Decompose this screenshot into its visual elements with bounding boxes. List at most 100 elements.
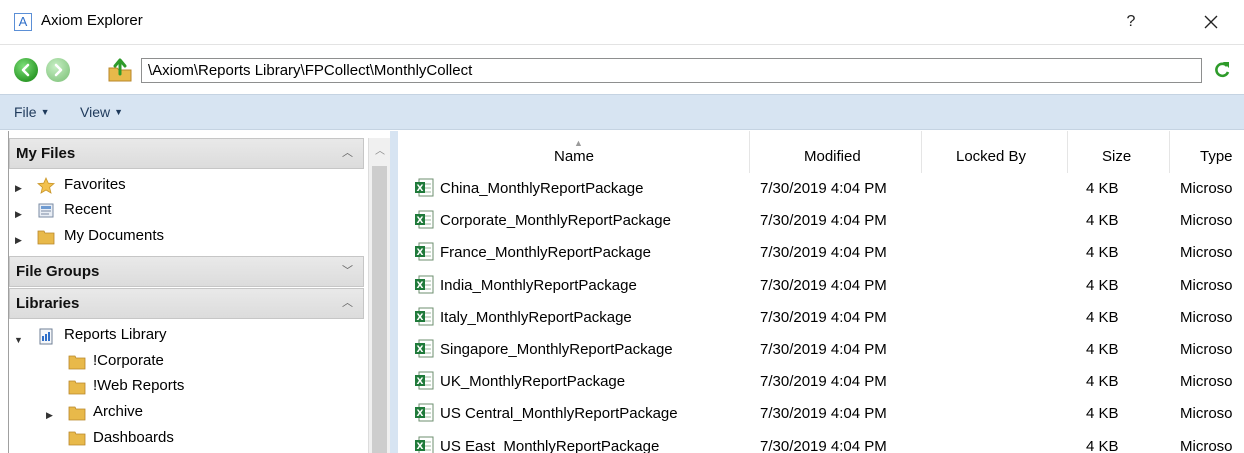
libraries-header[interactable]: Libraries ︿ bbox=[9, 288, 364, 319]
svg-text:X: X bbox=[417, 216, 424, 226]
column-header-modified[interactable]: Modified bbox=[750, 131, 922, 173]
table-row[interactable]: X US East_MonthlyReportPackage 7/30/2019 4… bbox=[398, 431, 1244, 453]
pane-splitter[interactable] bbox=[390, 131, 398, 453]
help-button[interactable]: ? bbox=[1116, 8, 1146, 36]
up-folder-icon bbox=[108, 58, 132, 82]
excel-file-icon: X bbox=[415, 307, 434, 326]
tree-item-dashboards[interactable]: Dashboards bbox=[93, 426, 174, 450]
tree-item-my-documents[interactable]: My Documents bbox=[64, 224, 164, 248]
reports-library-icon bbox=[39, 328, 53, 345]
table-row[interactable]: X UK_MonthlyReportPackage 7/30/2019 4:04 P… bbox=[398, 366, 1244, 398]
forward-button[interactable] bbox=[46, 58, 70, 82]
star-icon bbox=[37, 177, 55, 194]
file-size: 4 KB bbox=[1086, 405, 1119, 423]
file-name: France_MonthlyReportPackage bbox=[440, 244, 651, 262]
file-size: 4 KB bbox=[1086, 437, 1119, 453]
svg-text:X: X bbox=[417, 313, 424, 323]
column-locked-by-label: Locked By bbox=[956, 148, 1027, 165]
up-folder-button[interactable] bbox=[106, 56, 134, 84]
my-files-header[interactable]: My Files ︿ bbox=[9, 138, 364, 169]
chevron-down-icon: ﹀ bbox=[342, 265, 353, 277]
file-name: Singapore_MonthlyReportPackage bbox=[440, 341, 673, 358]
excel-file-icon: X bbox=[415, 403, 434, 422]
menu-bar bbox=[0, 94, 1244, 130]
close-button[interactable] bbox=[1196, 8, 1226, 36]
table-row[interactable]: X France_MonthlyReportPackage 7/30/2019 4:… bbox=[398, 237, 1244, 269]
recent-icon bbox=[38, 203, 54, 218]
scroll-up-icon[interactable]: ︿ bbox=[369, 142, 391, 157]
table-row[interactable]: X Singapore_MonthlyReportPackage 7/30/2019… bbox=[398, 334, 1244, 366]
tree-item-archive[interactable]: Archive bbox=[93, 400, 143, 424]
tree-item-web-reports[interactable]: !Web Reports bbox=[93, 374, 184, 398]
folder-icon bbox=[68, 355, 86, 370]
column-header-type[interactable]: Type bbox=[1170, 131, 1244, 173]
scrollbar-thumb[interactable] bbox=[372, 166, 387, 453]
table-row[interactable]: X US Central_MonthlyReportPackage 7/30/201… bbox=[398, 398, 1244, 430]
expand-arrow-icon[interactable]: ▶ bbox=[15, 183, 25, 194]
svg-text:X: X bbox=[417, 281, 424, 291]
app-logo-icon: A bbox=[14, 13, 32, 31]
collapse-arrow-icon[interactable]: ▼ bbox=[14, 335, 24, 345]
file-type: Microso bbox=[1180, 308, 1233, 326]
left-pane-scrollbar[interactable]: ︿ bbox=[368, 138, 390, 453]
expand-arrow-icon[interactable]: ▶ bbox=[15, 209, 25, 220]
file-menu[interactable]: File ▼ bbox=[14, 100, 49, 124]
file-modified: 7/30/2019 4:04 PM bbox=[760, 276, 887, 294]
back-arrow-icon bbox=[21, 63, 30, 77]
table-row[interactable]: X China_MonthlyReportPackage 7/30/2019 4:0… bbox=[398, 173, 1244, 205]
file-modified: 7/30/2019 4:04 PM bbox=[760, 373, 887, 391]
column-name-label: Name bbox=[554, 148, 595, 165]
window-title: Axiom Explorer bbox=[41, 12, 143, 29]
file-modified: 7/30/2019 4:04 PM bbox=[760, 341, 887, 358]
file-name: India_MonthlyReportPackage bbox=[440, 276, 637, 294]
folder-icon bbox=[68, 380, 86, 395]
file-menu-label: File bbox=[14, 104, 37, 120]
excel-file-icon: X bbox=[415, 210, 434, 229]
refresh-button[interactable] bbox=[1210, 58, 1234, 82]
excel-file-icon: X bbox=[415, 178, 434, 197]
file-type: Microso bbox=[1180, 244, 1233, 262]
column-modified-label: Modified bbox=[804, 148, 861, 165]
chevron-down-icon: ▼ bbox=[114, 107, 124, 117]
tree-item-reports-library[interactable]: Reports Library bbox=[64, 323, 167, 347]
table-row[interactable]: X Italy_MonthlyReportPackage 7/30/2019 4:0… bbox=[398, 302, 1244, 334]
file-size: 4 KB bbox=[1086, 180, 1119, 197]
file-size: 4 KB bbox=[1086, 341, 1119, 358]
table-row[interactable]: X India_MonthlyReportPackage 7/30/2019 4:0… bbox=[398, 270, 1244, 302]
excel-file-icon: X bbox=[415, 339, 434, 358]
folder-icon bbox=[68, 406, 86, 421]
file-type: Microso bbox=[1180, 276, 1233, 294]
folder-icon bbox=[68, 431, 86, 446]
file-type: Microso bbox=[1180, 341, 1233, 358]
file-size: 4 KB bbox=[1086, 373, 1119, 391]
file-type: Microso bbox=[1180, 180, 1233, 197]
file-modified: 7/30/2019 4:04 PM bbox=[760, 405, 887, 423]
svg-text:X: X bbox=[417, 248, 424, 258]
tree-item-favorites[interactable]: Favorites bbox=[64, 173, 126, 197]
file-name: Corporate_MonthlyReportPackage bbox=[440, 212, 671, 230]
column-header-locked-by[interactable]: Locked By bbox=[922, 131, 1068, 173]
expand-arrow-icon[interactable]: ▶ bbox=[46, 410, 56, 421]
file-size: 4 KB bbox=[1086, 308, 1119, 326]
file-name: US East_MonthlyReportPackage bbox=[440, 437, 660, 453]
forward-arrow-icon bbox=[54, 63, 63, 77]
expand-arrow-icon[interactable]: ▶ bbox=[15, 235, 25, 246]
chevron-up-icon: ︿ bbox=[342, 147, 353, 159]
tree-item-corporate[interactable]: !Corporate bbox=[93, 349, 164, 373]
column-header-size[interactable]: Size bbox=[1068, 131, 1170, 173]
file-type: Microso bbox=[1180, 437, 1233, 453]
file-modified: 7/30/2019 4:04 PM bbox=[760, 308, 887, 326]
svg-text:X: X bbox=[417, 377, 424, 387]
excel-file-icon: X bbox=[415, 242, 434, 261]
libraries-title: Libraries bbox=[16, 295, 80, 312]
address-field[interactable]: \Axiom\Reports Library\FPCollect\Monthly… bbox=[141, 58, 1202, 83]
tree-item-recent[interactable]: Recent bbox=[64, 198, 112, 222]
file-type: Microso bbox=[1180, 373, 1233, 391]
column-header-name[interactable]: ▲ Name bbox=[398, 131, 750, 173]
chevron-up-icon: ︿ bbox=[342, 297, 353, 309]
table-row[interactable]: X Corporate_MonthlyReportPackage 7/30/2019… bbox=[398, 205, 1244, 237]
back-button[interactable] bbox=[14, 58, 38, 82]
column-type-label: Type bbox=[1200, 148, 1233, 165]
file-groups-header[interactable]: File Groups ﹀ bbox=[9, 256, 364, 287]
view-menu[interactable]: View ▼ bbox=[80, 100, 123, 124]
